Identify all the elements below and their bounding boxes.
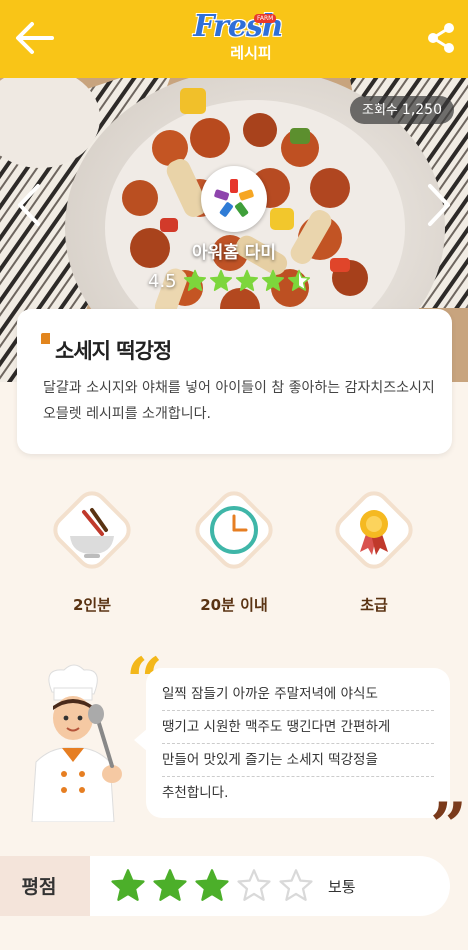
rating-star-icon[interactable]: [194, 868, 230, 904]
share-icon: [428, 23, 454, 53]
brand-sub: 레시피: [230, 44, 272, 62]
view-count-value: 1,250: [401, 102, 442, 118]
recipe-description: 달걀과 소시지와 야채를 넣어 아이들이 참 좋아하는 감자치즈소시지 오믈렛 …: [43, 380, 435, 422]
author-logo-icon: [214, 179, 254, 217]
author-rating-value: 4.5: [148, 270, 177, 292]
prev-recipe-button[interactable]: [14, 182, 44, 228]
chef-illustration: [31, 664, 122, 822]
rating-star-icon[interactable]: [236, 868, 272, 904]
speech-line: 만들어 맛있게 즐기는 소세지 떡강정을: [162, 744, 434, 777]
author-name: 아워홈 다미: [191, 243, 277, 263]
servings-label: 2인분: [72, 596, 112, 614]
author-star-icon: [209, 269, 232, 291]
brand-badge: FARM: [254, 14, 277, 23]
author-rating: 4.5: [148, 268, 313, 294]
rating-stars: [110, 868, 320, 904]
quote-close-icon: ”: [430, 789, 467, 864]
author-star-icon: [261, 269, 284, 291]
view-count-label: 조회수: [362, 103, 398, 118]
rating-star-icon[interactable]: [110, 868, 146, 904]
author-star-icon: [235, 269, 258, 291]
award-ribbon-icon: [335, 491, 413, 569]
back-button[interactable]: [12, 18, 58, 58]
difficulty-label: 초급: [360, 596, 388, 614]
rating-bar: 평점 보통: [0, 856, 450, 916]
chef-speech-bubble: 일찍 잠들기 아까운 주말저녁에 야식도 땡기고 시원한 맥주도 땡긴다면 간편…: [146, 668, 450, 818]
rating-star-icon[interactable]: [152, 868, 188, 904]
app-header: Fresh FARM 레시피: [0, 0, 468, 78]
share-button[interactable]: [426, 20, 456, 56]
author-star-icon: [183, 269, 206, 291]
back-arrow-icon: [16, 22, 54, 54]
servings-info: 2인분: [42, 478, 142, 618]
rating-label: 평점: [21, 876, 57, 898]
clock-icon: [195, 491, 273, 569]
author-avatar[interactable]: [201, 166, 267, 232]
cook-time-info: 20분 이내: [184, 478, 284, 618]
chevron-right-icon: [428, 184, 450, 226]
chevron-left-icon: [18, 184, 40, 226]
next-recipe-button[interactable]: [424, 182, 454, 228]
recipe-summary-card: 소세지 떡강정 달걀과 소시지와 야채를 넣어 아이들이 참 좋아하는 감자치즈…: [17, 309, 452, 454]
speech-line: 추천합니다.: [162, 785, 229, 801]
brand-logo: Fresh FARM 레시피: [188, 10, 288, 70]
author-rating-stars: [183, 269, 313, 293]
cook-time-label: 20분 이내: [200, 596, 268, 614]
rating-text: 보통: [328, 878, 356, 896]
difficulty-info: 초급: [324, 478, 424, 618]
bowl-chopsticks-icon: [53, 491, 131, 569]
rating-star-icon[interactable]: [278, 868, 314, 904]
recipe-title: 소세지 떡강정: [55, 339, 172, 363]
speech-line: 일찍 잠들기 아까운 주말저녁에 야식도: [162, 678, 434, 711]
view-count-badge: 조회수 1,250: [350, 96, 454, 124]
author-star-icon: [287, 269, 310, 291]
speech-line: 땡기고 시원한 맥주도 땡긴다면 간편하게: [162, 711, 434, 744]
